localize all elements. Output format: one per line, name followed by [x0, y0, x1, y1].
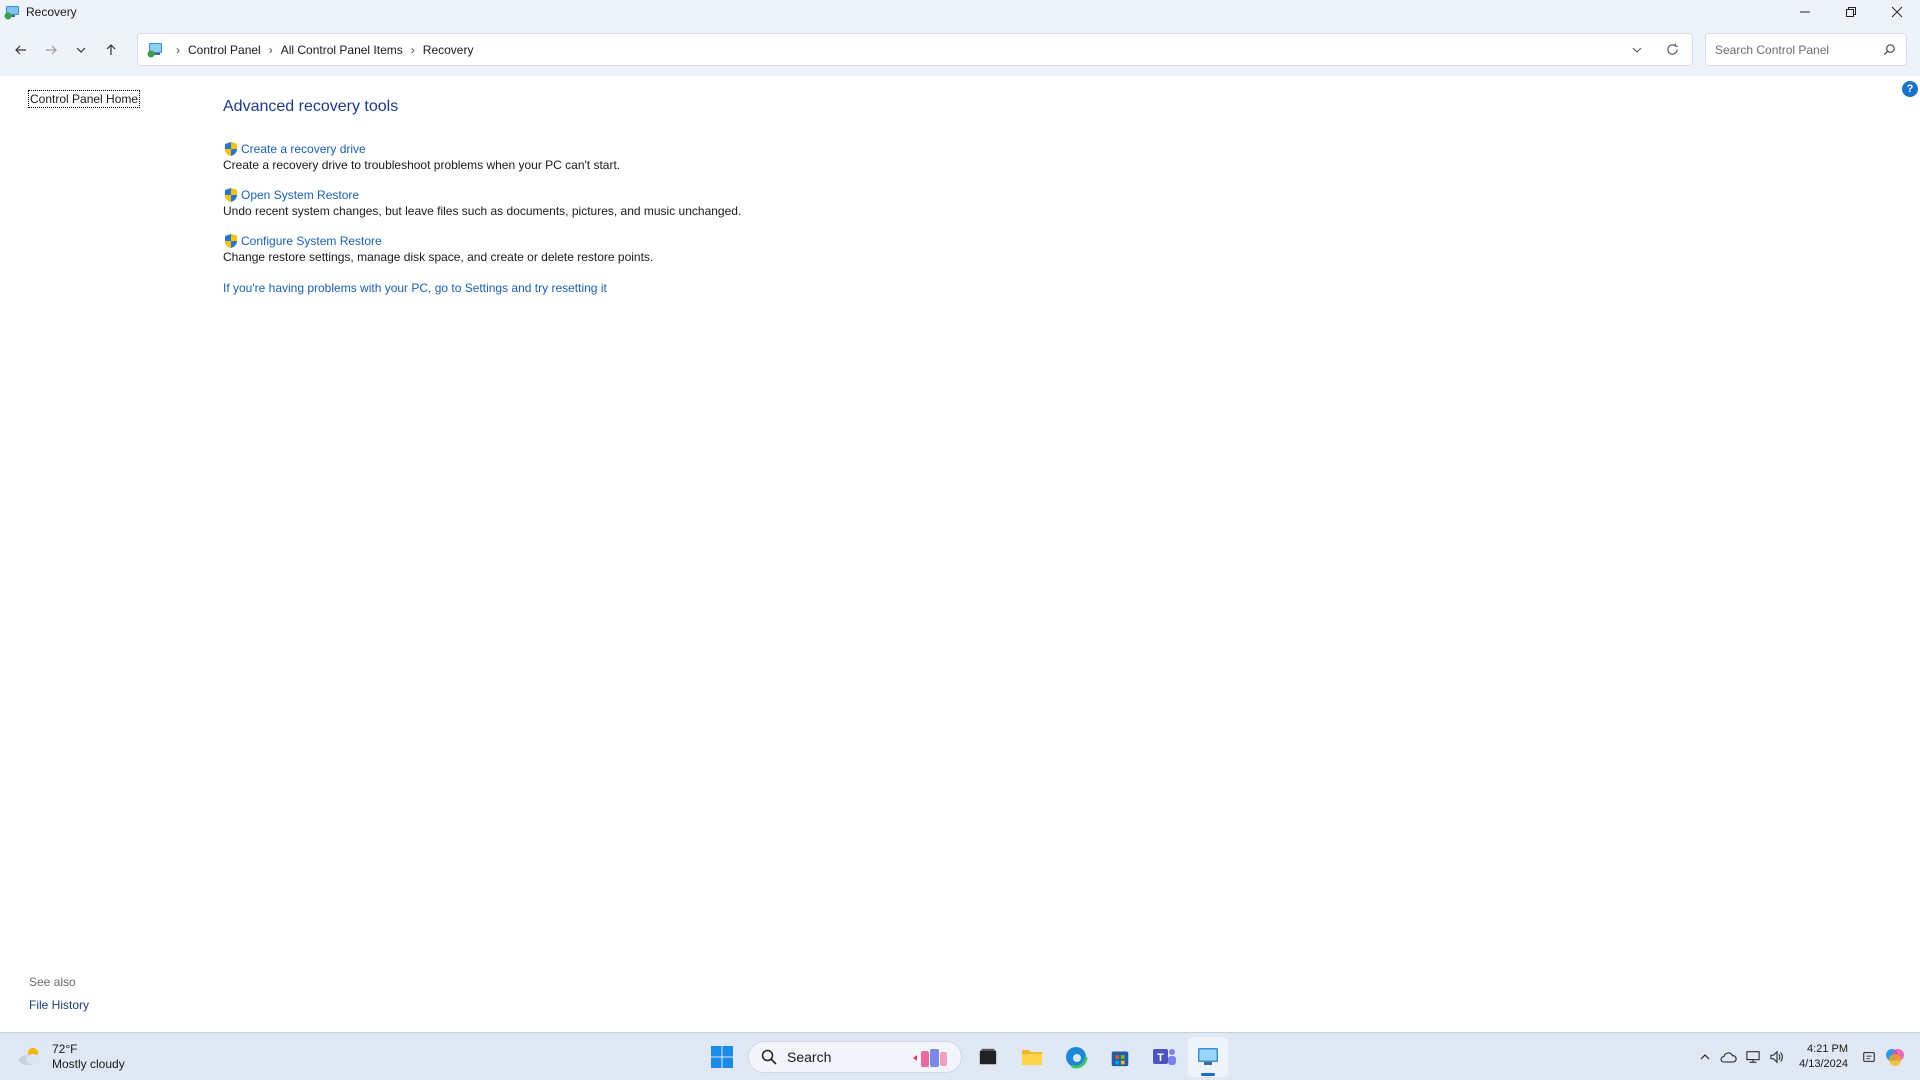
- create-recovery-drive-description: Create a recovery drive to troubleshoot …: [223, 158, 621, 172]
- title-bar: Recovery: [0, 0, 1920, 24]
- network-tray-button[interactable]: [1745, 1050, 1761, 1064]
- active-app-indicator: [1201, 1073, 1215, 1076]
- weather-widget[interactable]: 72°F Mostly cloudy: [16, 1042, 125, 1072]
- window-title: Recovery: [26, 5, 77, 19]
- address-dropdown-button[interactable]: [1622, 44, 1652, 56]
- arrow-up-icon: [106, 44, 116, 55]
- list-item: Configure System Restore Change restore …: [223, 233, 741, 264]
- open-system-restore-link[interactable]: Open System Restore: [223, 187, 741, 203]
- volume-tray-button[interactable]: [1769, 1050, 1785, 1064]
- cloudy-weather-icon: [16, 1045, 44, 1069]
- reset-pc-settings-link[interactable]: If you're having problems with your PC, …: [223, 281, 741, 295]
- uac-shield-icon: [225, 188, 237, 202]
- cloud-icon: [1720, 1051, 1737, 1063]
- create-recovery-drive-label[interactable]: Create a recovery drive: [241, 142, 366, 156]
- file-explorer-button[interactable]: [1012, 1037, 1052, 1077]
- teams-icon: T: [1153, 1049, 1176, 1065]
- chevron-right-icon: ›: [410, 42, 415, 57]
- task-view-button[interactable]: [968, 1037, 1008, 1077]
- restore-button[interactable]: [1828, 0, 1874, 24]
- search-highlight-icon: [913, 1049, 947, 1067]
- up-button[interactable]: [96, 35, 126, 65]
- control-panel-taskbar-button[interactable]: [1188, 1037, 1228, 1077]
- folder-icon: [1022, 1050, 1042, 1065]
- back-button[interactable]: [6, 35, 36, 65]
- see-also-label: See also: [29, 975, 76, 989]
- minimize-button[interactable]: [1782, 0, 1828, 24]
- clock-date: 4/13/2024: [1799, 1058, 1848, 1070]
- chevron-right-icon: ›: [176, 42, 180, 57]
- onedrive-tray-button[interactable]: [1719, 1051, 1737, 1064]
- microsoft-store-button[interactable]: [1100, 1037, 1140, 1077]
- search-icon[interactable]: [1883, 43, 1896, 56]
- breadcrumb-control-panel[interactable]: Control Panel: [188, 43, 261, 57]
- help-button[interactable]: ?: [1902, 81, 1918, 97]
- start-button[interactable]: [702, 1037, 742, 1077]
- task-view-icon: [979, 1048, 997, 1065]
- configure-system-restore-description: Change restore settings, manage disk spa…: [223, 250, 654, 264]
- chevron-down-icon: [1632, 47, 1642, 53]
- create-recovery-drive-link[interactable]: Create a recovery drive: [223, 141, 741, 157]
- clock-time: 4:21 PM: [1807, 1043, 1848, 1055]
- recovery-app-icon: [4, 4, 20, 20]
- address-bar[interactable]: › Control Panel › All Control Panel Item…: [137, 33, 1693, 66]
- taskbar-search-label: Search: [787, 1049, 832, 1065]
- search-icon: [761, 1049, 777, 1065]
- close-button[interactable]: [1874, 0, 1920, 24]
- configure-system-restore-link[interactable]: Configure System Restore: [223, 233, 741, 249]
- breadcrumb-recovery[interactable]: Recovery: [423, 43, 474, 57]
- search-input[interactable]: [1715, 42, 1875, 57]
- control-panel-home-link[interactable]: Control Panel Home: [28, 90, 141, 108]
- windows-logo-icon: [711, 1046, 733, 1068]
- arrow-left-icon: [15, 45, 26, 55]
- search-box[interactable]: [1705, 33, 1907, 66]
- svg-text:T: T: [1157, 1052, 1164, 1064]
- store-icon: [1111, 1051, 1129, 1067]
- restore-icon: [1846, 7, 1856, 17]
- network-icon: [1746, 1051, 1760, 1063]
- left-pane: Control Panel Home: [28, 90, 141, 108]
- chevron-right-icon: ›: [268, 42, 273, 57]
- weather-condition: Mostly cloudy: [52, 1057, 125, 1071]
- uac-shield-icon: [225, 234, 237, 248]
- file-history-link[interactable]: File History: [29, 998, 89, 1012]
- notification-icon: [1863, 1052, 1875, 1062]
- open-system-restore-label[interactable]: Open System Restore: [241, 188, 359, 202]
- taskbar-search[interactable]: Search: [748, 1041, 962, 1073]
- notifications-button[interactable]: [1862, 1050, 1876, 1064]
- show-hidden-icons-button[interactable]: [1699, 1051, 1711, 1063]
- refresh-icon: [1666, 43, 1678, 55]
- list-item: Open System Restore Undo recent system c…: [223, 187, 741, 218]
- control-panel-icon: [1198, 1048, 1218, 1065]
- speaker-icon: [1770, 1050, 1783, 1064]
- chevron-up-icon: [1700, 1054, 1710, 1060]
- recent-locations-button[interactable]: [66, 35, 96, 65]
- copilot-button[interactable]: [1884, 1046, 1906, 1068]
- configure-system-restore-label[interactable]: Configure System Restore: [241, 234, 382, 248]
- uac-shield-icon: [225, 142, 237, 156]
- open-system-restore-description: Undo recent system changes, but leave fi…: [223, 204, 742, 218]
- taskbar: 72°F Mostly cloudy Search T 4:21 PM 4/13…: [0, 1032, 1920, 1080]
- control-panel-icon: [146, 41, 164, 59]
- arrow-right-icon: [46, 45, 57, 55]
- edge-browser-button[interactable]: [1056, 1037, 1096, 1077]
- copilot-icon: [1886, 1049, 1904, 1066]
- main-content: Advanced recovery tools Create a recover…: [223, 98, 741, 295]
- refresh-button[interactable]: [1652, 43, 1692, 56]
- navigation-bar: › Control Panel › All Control Panel Item…: [0, 24, 1920, 76]
- minimize-icon: [1800, 11, 1810, 13]
- list-item: Create a recovery drive Create a recover…: [223, 141, 741, 172]
- breadcrumb-all-control-panel-items[interactable]: All Control Panel Items: [281, 43, 403, 57]
- clock[interactable]: 4:21 PM 4/13/2024: [1799, 1042, 1848, 1072]
- weather-temperature: 72°F: [52, 1042, 78, 1056]
- close-icon: [1891, 6, 1903, 18]
- page-title: Advanced recovery tools: [223, 98, 399, 115]
- chevron-down-icon: [76, 47, 86, 53]
- forward-button[interactable]: [36, 35, 66, 65]
- teams-button[interactable]: T: [1144, 1037, 1184, 1077]
- system-tray: 4:21 PM 4/13/2024: [1695, 1033, 1920, 1080]
- edge-icon: [1064, 1045, 1088, 1069]
